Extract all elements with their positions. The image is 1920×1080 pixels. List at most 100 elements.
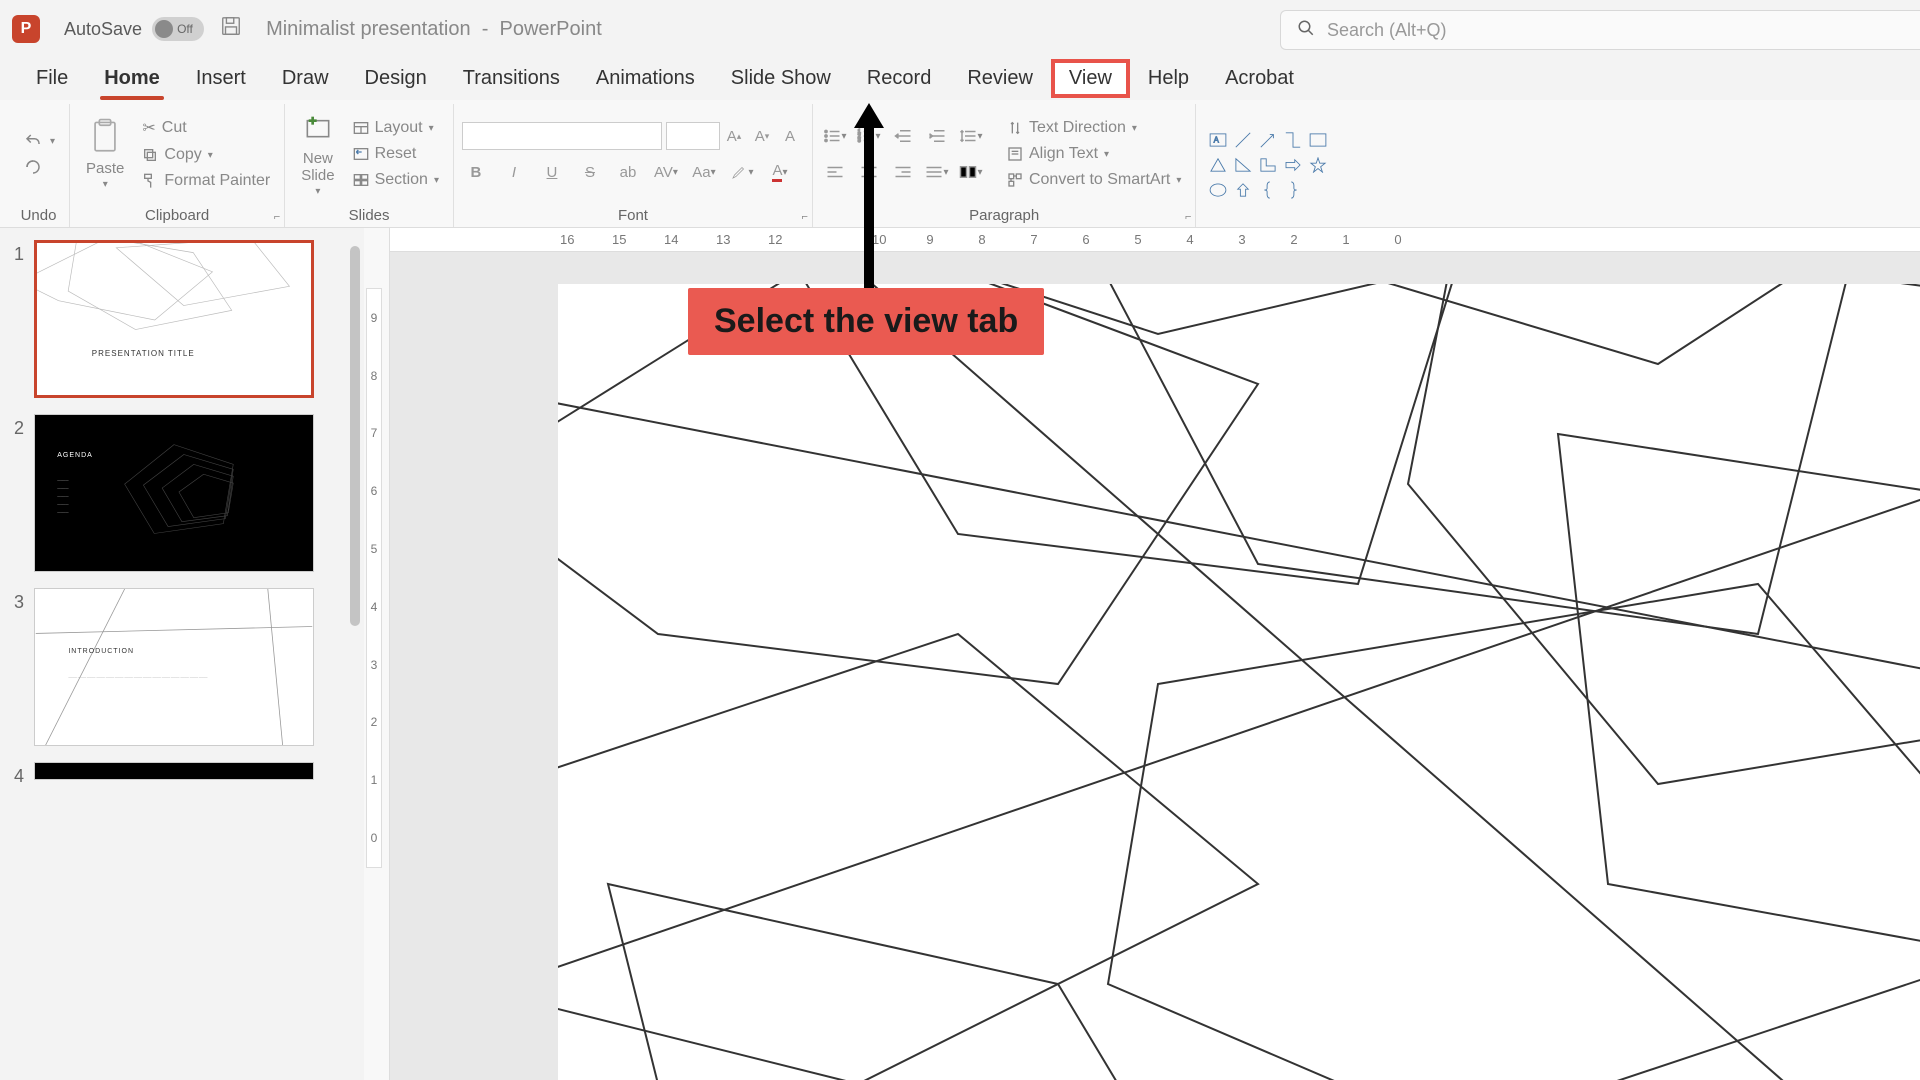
ribbon-group-slides: NewSlide ▾ Layout ▾ Reset Section ▾	[285, 104, 454, 227]
italic-button[interactable]: I	[500, 158, 528, 186]
slide-thumbnail-2[interactable]: 2 AGENDA ────────────────────	[8, 414, 356, 572]
align-text-label: Align Text	[1029, 145, 1098, 163]
tab-design[interactable]: Design	[347, 59, 445, 98]
tab-animations[interactable]: Animations	[578, 59, 713, 98]
toggle-switch[interactable]: Off	[152, 17, 204, 41]
tab-insert[interactable]: Insert	[178, 59, 264, 98]
increase-font-button[interactable]: A▴	[720, 122, 748, 150]
slide-number: 2	[8, 414, 24, 572]
align-text-button[interactable]: Align Text ▾	[1001, 142, 1187, 166]
new-slide-button[interactable]: NewSlide ▾	[293, 108, 342, 201]
brace-right-shape-icon[interactable]	[1283, 180, 1303, 200]
arrow-up-shape-icon[interactable]	[1233, 180, 1253, 200]
convert-smartart-button[interactable]: Convert to SmartArt ▾	[1001, 168, 1187, 192]
character-spacing-button[interactable]: AV▾	[652, 158, 680, 186]
slide-thumbnail-3[interactable]: 3 INTRODUCTION ──── ──── ──── ──── ──── …	[8, 588, 356, 746]
line-arrow-shape-icon[interactable]	[1258, 130, 1278, 150]
cut-button[interactable]: ✂ Cut	[136, 115, 276, 141]
vertical-ruler-scale: 0 1 2 3 4 5 6 7 8 9	[366, 288, 382, 868]
slide-title-text: PRESENTATION TITLE	[92, 349, 284, 358]
shapes-gallery[interactable]: A	[1204, 126, 1334, 206]
redo-button[interactable]	[16, 155, 61, 179]
layout-button[interactable]: Layout ▾	[347, 116, 445, 140]
copy-button[interactable]: Copy ▾	[136, 143, 276, 167]
layout-label: Layout	[375, 119, 423, 137]
tab-transitions[interactable]: Transitions	[445, 59, 578, 98]
highlight-button[interactable]: ▾	[728, 158, 756, 186]
slide-body-text: ──── ──── ──── ──── ──── ──── ──── ──── …	[68, 675, 229, 679]
section-button[interactable]: Section ▾	[347, 168, 445, 192]
main-area: 1 PRESENTATION TITLE 2 AGENDA ──────────…	[0, 228, 1920, 1080]
arrow-right-shape-icon[interactable]	[1283, 155, 1303, 175]
paragraph-dialog-launcher[interactable]: ⌐	[1185, 211, 1191, 223]
strikethrough-button[interactable]: S	[576, 158, 604, 186]
slide-thumb[interactable]: AGENDA ────────────────────	[34, 414, 314, 572]
tab-acrobat[interactable]: Acrobat	[1207, 59, 1312, 98]
annotation-arrow	[844, 98, 894, 298]
clear-formatting-button[interactable]: A	[776, 122, 804, 150]
slide-thumbnail-1[interactable]: 1 PRESENTATION TITLE	[8, 240, 356, 398]
chevron-down-icon: ▾	[1176, 175, 1181, 186]
font-dialog-launcher[interactable]: ⌐	[802, 211, 808, 223]
change-case-button[interactable]: Aa▾	[690, 158, 718, 186]
paste-button[interactable]: Paste ▾	[78, 114, 132, 194]
slide-canvas[interactable]	[558, 284, 1920, 1080]
star-shape-icon[interactable]	[1308, 155, 1328, 175]
ribbon-group-font: A▴ A▾ A B I U S ab AV▾ Aa▾ ▾ A▾	[454, 104, 813, 227]
slide-thumb[interactable]: INTRODUCTION ──── ──── ──── ──── ──── ──…	[34, 588, 314, 746]
format-painter-button[interactable]: Format Painter	[136, 169, 276, 193]
font-family-input[interactable]	[462, 122, 662, 150]
triangle-shape-icon[interactable]	[1208, 155, 1228, 175]
ribbon-group-clipboard: Paste ▾ ✂ Cut Copy ▾ Format Painter	[70, 104, 285, 227]
autosave-toggle[interactable]: AutoSave Off	[64, 17, 204, 41]
tab-record[interactable]: Record	[849, 59, 949, 98]
undo-button[interactable]: ▾	[16, 129, 61, 153]
tab-review[interactable]: Review	[949, 59, 1051, 98]
search-icon	[1297, 19, 1315, 42]
text-direction-button[interactable]: Text Direction ▾	[1001, 116, 1187, 140]
shadow-button[interactable]: ab	[614, 158, 642, 186]
slide-canvas-area[interactable]: 16 15 14 13 12 10 9 8 7 6 5 4 3 2 1 0	[390, 228, 1920, 1080]
increase-indent-button[interactable]	[923, 122, 951, 150]
tab-view[interactable]: View	[1051, 59, 1130, 98]
clipboard-dialog-launcher[interactable]: ⌐	[274, 211, 280, 223]
right-angle-shape-icon[interactable]	[1233, 155, 1253, 175]
bold-button[interactable]: B	[462, 158, 490, 186]
brace-left-shape-icon[interactable]	[1258, 180, 1278, 200]
group-label-slides: Slides	[293, 204, 445, 227]
line-spacing-button[interactable]: ▾	[957, 122, 985, 150]
tab-home[interactable]: Home	[86, 59, 178, 98]
font-size-input[interactable]	[666, 122, 720, 150]
l-shape-icon[interactable]	[1258, 155, 1278, 175]
toggle-knob	[155, 20, 173, 38]
slide-number: 3	[8, 588, 24, 746]
slide-thumb[interactable]	[34, 762, 314, 780]
tab-draw[interactable]: Draw	[264, 59, 347, 98]
tab-slide-show[interactable]: Slide Show	[713, 59, 849, 98]
reset-label: Reset	[375, 145, 417, 163]
copy-label: Copy	[164, 146, 201, 164]
columns-button[interactable]: ▾	[957, 158, 985, 186]
search-box[interactable]: Search (Alt+Q)	[1280, 10, 1920, 50]
font-color-button[interactable]: A▾	[766, 158, 794, 186]
slide-thumbnail-4[interactable]: 4	[8, 762, 356, 787]
connector-shape-icon[interactable]	[1283, 130, 1303, 150]
slide-thumbnail-panel[interactable]: 1 PRESENTATION TITLE 2 AGENDA ──────────…	[0, 228, 364, 1080]
textbox-shape-icon[interactable]: A	[1208, 130, 1228, 150]
slide-panel-scrollbar[interactable]	[348, 234, 362, 654]
oval-shape-icon[interactable]	[1208, 180, 1228, 200]
powerpoint-app-icon	[12, 15, 40, 43]
tab-help[interactable]: Help	[1130, 59, 1207, 98]
rectangle-shape-icon[interactable]	[1308, 130, 1328, 150]
reset-button[interactable]: Reset	[347, 142, 445, 166]
scrollbar-thumb[interactable]	[350, 246, 360, 626]
search-placeholder: Search (Alt+Q)	[1327, 20, 1447, 41]
justify-button[interactable]: ▾	[923, 158, 951, 186]
tab-file[interactable]: File	[18, 59, 86, 98]
line-shape-icon[interactable]	[1233, 130, 1253, 150]
underline-button[interactable]: U	[538, 158, 566, 186]
slide-thumb[interactable]: PRESENTATION TITLE	[34, 240, 314, 398]
decrease-font-button[interactable]: A▾	[748, 122, 776, 150]
paste-label: Paste	[86, 160, 124, 177]
save-icon[interactable]	[220, 15, 242, 43]
